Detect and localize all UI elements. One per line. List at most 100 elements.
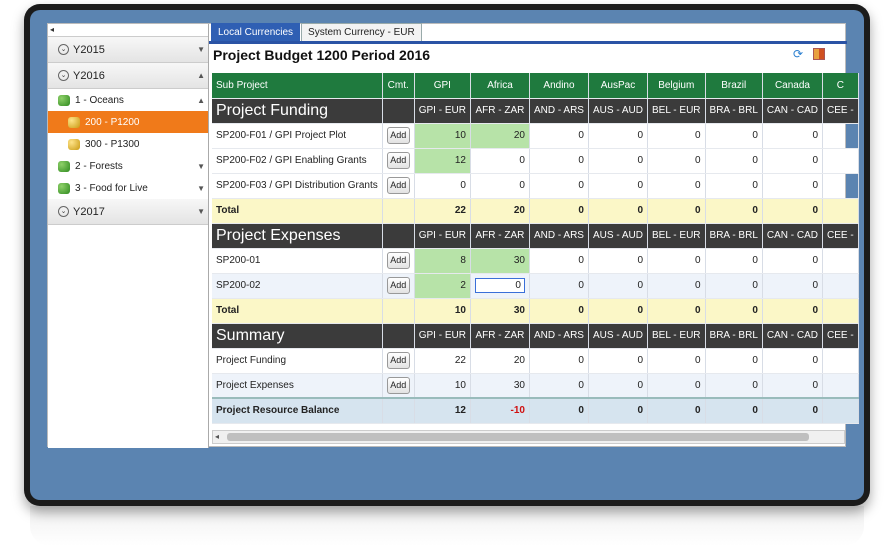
value-cell[interactable]: 0 (529, 173, 589, 199)
value-cell[interactable]: 0 (588, 173, 649, 199)
add-comment-button[interactable]: Add (386, 177, 410, 194)
expand-arrow-icon[interactable]: ▼ (197, 207, 205, 216)
scrollbar-thumb[interactable] (227, 433, 809, 441)
value-cell[interactable]: 0 (470, 173, 530, 199)
column-header[interactable]: Cmt. (382, 73, 415, 99)
column-header[interactable]: Canada (762, 73, 824, 99)
value-cell[interactable]: 0 (762, 273, 824, 299)
expand-arrow-icon[interactable]: ▼ (197, 45, 205, 54)
refresh-icon[interactable]: ⟳ (793, 48, 805, 60)
collapse-sidebar-icon[interactable]: ◂ (48, 24, 208, 37)
table-row: Project Funding Add 22 20 0 0 0 0 0 (212, 348, 859, 374)
tab-bar: Local Currencies System Currency - EUR (209, 23, 847, 44)
balance-row: Project Resource Balance 12 -10 0 0 0 0 0 (212, 397, 859, 424)
tab-local-currencies[interactable]: Local Currencies (211, 23, 301, 41)
total-value: 0 (647, 298, 706, 324)
scroll-left-icon[interactable]: ◂ (215, 431, 219, 443)
value-cell[interactable]: 8 (414, 248, 471, 274)
value-cell[interactable]: 0 (588, 273, 649, 299)
horizontal-scrollbar[interactable]: ◂ (212, 430, 845, 444)
value-cell[interactable]: 0 (762, 248, 824, 274)
row-label: SP200-01 (212, 248, 383, 274)
value-cell[interactable]: 0 (705, 248, 763, 274)
comment-cell: Add (382, 373, 415, 399)
value-edit-field[interactable]: 0 (474, 278, 525, 293)
tree-node-forests[interactable]: 2 - Forests ▼ (48, 155, 208, 177)
tree-node-food[interactable]: 3 - Food for Live ▼ (48, 177, 208, 199)
node-label: 3 - Food for Live (75, 182, 148, 194)
add-comment-button[interactable]: Add (386, 152, 410, 169)
value-cell[interactable] (822, 273, 859, 299)
currency-label: BEL - EUR (647, 323, 706, 349)
currency-label: AUS - AUD (588, 323, 649, 349)
column-header[interactable]: Andino (529, 73, 589, 99)
chevron-circle-icon: ⌄ (58, 70, 69, 81)
year-y2015[interactable]: ⌄ Y2015 ▼ (48, 37, 208, 63)
add-comment-button[interactable]: Add (386, 352, 410, 369)
value-cell[interactable]: 0 (588, 248, 649, 274)
value-cell: 0 (529, 373, 589, 399)
tree-node-oceans[interactable]: 1 - Oceans ▲ (48, 89, 208, 111)
value-cell[interactable] (822, 173, 859, 199)
balance-cmt-cell (382, 397, 415, 424)
value-cell[interactable]: 0 (647, 123, 706, 149)
column-header[interactable]: AusPac (588, 73, 649, 99)
value-cell[interactable]: 0 (529, 248, 589, 274)
value-cell[interactable]: 30 (470, 248, 530, 274)
value-cell[interactable]: 20 (470, 123, 530, 149)
value-cell[interactable]: 0 (647, 173, 706, 199)
value-cell[interactable]: 0 (529, 123, 589, 149)
value-cell[interactable]: 0 (529, 273, 589, 299)
add-comment-button[interactable]: Add (386, 127, 410, 144)
value-cell[interactable]: 0 (705, 148, 763, 174)
comment-cell: Add (382, 173, 415, 199)
value-cell[interactable] (822, 248, 859, 274)
value-cell[interactable]: 0 (529, 148, 589, 174)
year-y2017[interactable]: ⌄ Y2017 ▼ (48, 199, 208, 225)
value-cell[interactable]: 0 (588, 123, 649, 149)
currency-label: BRA - BRL (705, 323, 763, 349)
balance-value: 12 (414, 397, 471, 424)
column-header[interactable]: Brazil (705, 73, 763, 99)
value-cell[interactable]: 2 (414, 273, 471, 299)
value-cell[interactable]: 0 (647, 148, 706, 174)
value-cell[interactable]: 0 (470, 148, 530, 174)
collapse-arrow-icon[interactable]: ▲ (197, 96, 205, 105)
currency-label: AUS - AUD (588, 98, 649, 124)
column-header[interactable]: Africa (470, 73, 530, 99)
add-comment-button[interactable]: Add (386, 252, 410, 269)
value-cell[interactable]: 0 (647, 248, 706, 274)
collapse-arrow-icon[interactable]: ▲ (197, 71, 205, 80)
column-header-row: Sub Project Cmt. GPI Africa Andino AusPac Belg… (212, 73, 859, 99)
value-cell[interactable]: 0 (647, 273, 706, 299)
column-header[interactable]: Belgium (647, 73, 706, 99)
column-header[interactable]: C (822, 73, 859, 99)
value-cell[interactable]: 0 (705, 173, 763, 199)
total-value: 10 (414, 298, 471, 324)
expand-arrow-icon[interactable]: ▼ (197, 184, 205, 193)
value-cell[interactable]: 12 (414, 148, 471, 174)
year-y2016[interactable]: ⌄ Y2016 ▲ (48, 63, 208, 89)
add-comment-button[interactable]: Add (386, 376, 410, 394)
value-cell[interactable]: 0 (588, 148, 649, 174)
column-header[interactable]: Sub Project (212, 73, 383, 99)
grid-export-icon[interactable] (813, 48, 825, 60)
value-cell[interactable]: 0 (762, 123, 824, 149)
value-cell[interactable]: 0 (705, 123, 763, 149)
value-cell[interactable]: 0 (470, 273, 530, 299)
column-header[interactable]: GPI (414, 73, 471, 99)
tree-node-p1200[interactable]: 200 - P1200 (48, 111, 208, 133)
tree-node-p1300[interactable]: 300 - P1300 (48, 133, 208, 155)
value-cell[interactable]: 0 (762, 173, 824, 199)
value-cell[interactable] (822, 148, 859, 174)
expand-arrow-icon[interactable]: ▼ (197, 162, 205, 171)
total-value: 0 (762, 298, 824, 324)
add-comment-button[interactable]: Add (386, 277, 410, 294)
value-cell[interactable]: 0 (414, 173, 471, 199)
tab-system-currency[interactable]: System Currency - EUR (301, 23, 422, 41)
value-cell[interactable]: 10 (414, 123, 471, 149)
main-panel: Local Currencies System Currency - EUR P… (209, 23, 859, 448)
value-cell[interactable]: 0 (705, 273, 763, 299)
value-cell[interactable]: 0 (762, 148, 824, 174)
value-cell[interactable] (822, 123, 859, 149)
